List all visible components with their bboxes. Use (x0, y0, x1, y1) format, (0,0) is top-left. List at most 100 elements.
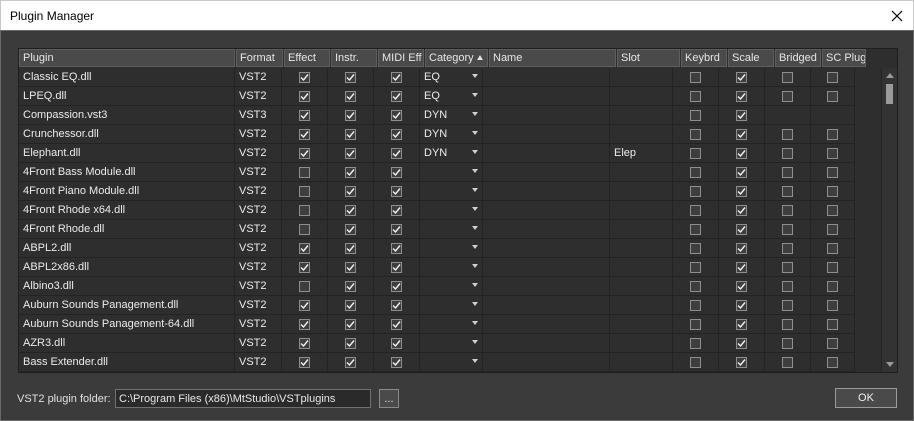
keybrd-checkbox[interactable] (690, 242, 701, 254)
name-cell[interactable] (483, 353, 610, 371)
dropdown-arrow-icon[interactable] (472, 302, 478, 306)
slot-cell[interactable] (610, 315, 673, 333)
effect-checkbox[interactable] (299, 318, 310, 330)
scplug-checkbox[interactable] (827, 242, 838, 254)
bridged-checkbox[interactable] (782, 242, 793, 254)
dropdown-arrow-icon[interactable] (472, 112, 478, 116)
effect-checkbox[interactable] (299, 280, 310, 292)
instr-checkbox[interactable] (345, 337, 356, 349)
slot-cell[interactable] (610, 87, 673, 105)
keybrd-checkbox[interactable] (690, 261, 701, 273)
midi-checkbox[interactable] (391, 71, 402, 83)
keybrd-checkbox[interactable] (690, 128, 701, 140)
effect-checkbox[interactable] (299, 185, 310, 197)
table-row[interactable]: 4Front Rhode x64.dll VST2 (19, 201, 855, 220)
effect-checkbox[interactable] (299, 128, 310, 140)
scplug-checkbox[interactable] (827, 128, 838, 140)
effect-checkbox[interactable] (299, 261, 310, 273)
name-cell[interactable] (483, 239, 610, 257)
slot-cell[interactable] (610, 353, 673, 371)
scale-checkbox[interactable] (736, 147, 747, 159)
instr-checkbox[interactable] (345, 71, 356, 83)
bridged-checkbox[interactable] (782, 90, 793, 102)
column-header-category[interactable]: Category (425, 49, 488, 67)
scale-checkbox[interactable] (736, 166, 747, 178)
slot-cell[interactable] (610, 106, 673, 124)
slot-cell[interactable] (610, 68, 673, 86)
scale-checkbox[interactable] (736, 90, 747, 102)
slot-cell[interactable] (610, 182, 673, 200)
instr-checkbox[interactable] (345, 242, 356, 254)
table-row[interactable]: Albino3.dll VST2 (19, 277, 855, 296)
scplug-checkbox[interactable] (827, 185, 838, 197)
scale-checkbox[interactable] (736, 337, 747, 349)
column-header-scale[interactable]: Scale (728, 49, 774, 67)
dropdown-arrow-icon[interactable] (472, 188, 478, 192)
scroll-down-icon[interactable] (886, 362, 894, 367)
instr-checkbox[interactable] (345, 356, 356, 368)
midi-checkbox[interactable] (391, 204, 402, 216)
category-select[interactable] (420, 163, 483, 181)
name-cell[interactable] (483, 144, 610, 162)
table-row[interactable]: AZR3.dll VST2 (19, 334, 855, 353)
close-button[interactable] (885, 4, 909, 28)
scroll-thumb[interactable] (886, 84, 893, 104)
bridged-checkbox[interactable] (782, 204, 793, 216)
dropdown-arrow-icon[interactable] (472, 131, 478, 135)
scplug-checkbox[interactable] (827, 147, 838, 159)
scplug-checkbox[interactable] (827, 280, 838, 292)
bridged-checkbox[interactable] (782, 71, 793, 83)
instr-checkbox[interactable] (345, 299, 356, 311)
midi-checkbox[interactable] (391, 166, 402, 178)
category-select[interactable]: EQ (420, 87, 483, 105)
dropdown-arrow-icon[interactable] (472, 283, 478, 287)
effect-checkbox[interactable] (299, 71, 310, 83)
scplug-checkbox[interactable] (827, 356, 838, 368)
instr-checkbox[interactable] (345, 280, 356, 292)
category-select[interactable]: EQ (420, 68, 483, 86)
slot-cell[interactable] (610, 125, 673, 143)
column-header-plugin[interactable]: Plugin (19, 49, 235, 67)
table-row[interactable]: Classic EQ.dll VST2 EQ (19, 68, 855, 87)
keybrd-checkbox[interactable] (690, 337, 701, 349)
category-select[interactable] (420, 258, 483, 276)
midi-checkbox[interactable] (391, 261, 402, 273)
category-select[interactable] (420, 182, 483, 200)
effect-checkbox[interactable] (299, 337, 310, 349)
slot-cell[interactable] (610, 334, 673, 352)
scale-checkbox[interactable] (736, 299, 747, 311)
scale-checkbox[interactable] (736, 204, 747, 216)
bridged-checkbox[interactable] (782, 356, 793, 368)
category-select[interactable] (420, 277, 483, 295)
name-cell[interactable] (483, 201, 610, 219)
keybrd-checkbox[interactable] (690, 185, 701, 197)
scplug-checkbox[interactable] (827, 299, 838, 311)
midi-checkbox[interactable] (391, 128, 402, 140)
slot-cell[interactable]: Elep (610, 144, 673, 162)
keybrd-checkbox[interactable] (690, 71, 701, 83)
scale-checkbox[interactable] (736, 109, 747, 121)
midi-checkbox[interactable] (391, 242, 402, 254)
dropdown-arrow-icon[interactable] (472, 340, 478, 344)
keybrd-checkbox[interactable] (690, 356, 701, 368)
slot-cell[interactable] (610, 201, 673, 219)
ok-button[interactable]: OK (835, 388, 897, 408)
category-select[interactable] (420, 334, 483, 352)
category-select[interactable] (420, 315, 483, 333)
midi-checkbox[interactable] (391, 356, 402, 368)
name-cell[interactable] (483, 315, 610, 333)
table-row[interactable]: Auburn Sounds Panagement-64.dll VST2 (19, 315, 855, 334)
bridged-checkbox[interactable] (782, 128, 793, 140)
effect-checkbox[interactable] (299, 223, 310, 235)
column-header-bridged[interactable]: Bridged (775, 49, 821, 67)
column-header-scplug[interactable]: SC Plug (822, 49, 866, 67)
bridged-checkbox[interactable] (782, 299, 793, 311)
category-select[interactable] (420, 239, 483, 257)
keybrd-checkbox[interactable] (690, 166, 701, 178)
scplug-checkbox[interactable] (827, 90, 838, 102)
vertical-scrollbar[interactable] (881, 68, 897, 372)
scplug-checkbox[interactable] (827, 337, 838, 349)
dropdown-arrow-icon[interactable] (472, 226, 478, 230)
dropdown-arrow-icon[interactable] (472, 93, 478, 97)
table-row[interactable]: 4Front Bass Module.dll VST2 (19, 163, 855, 182)
